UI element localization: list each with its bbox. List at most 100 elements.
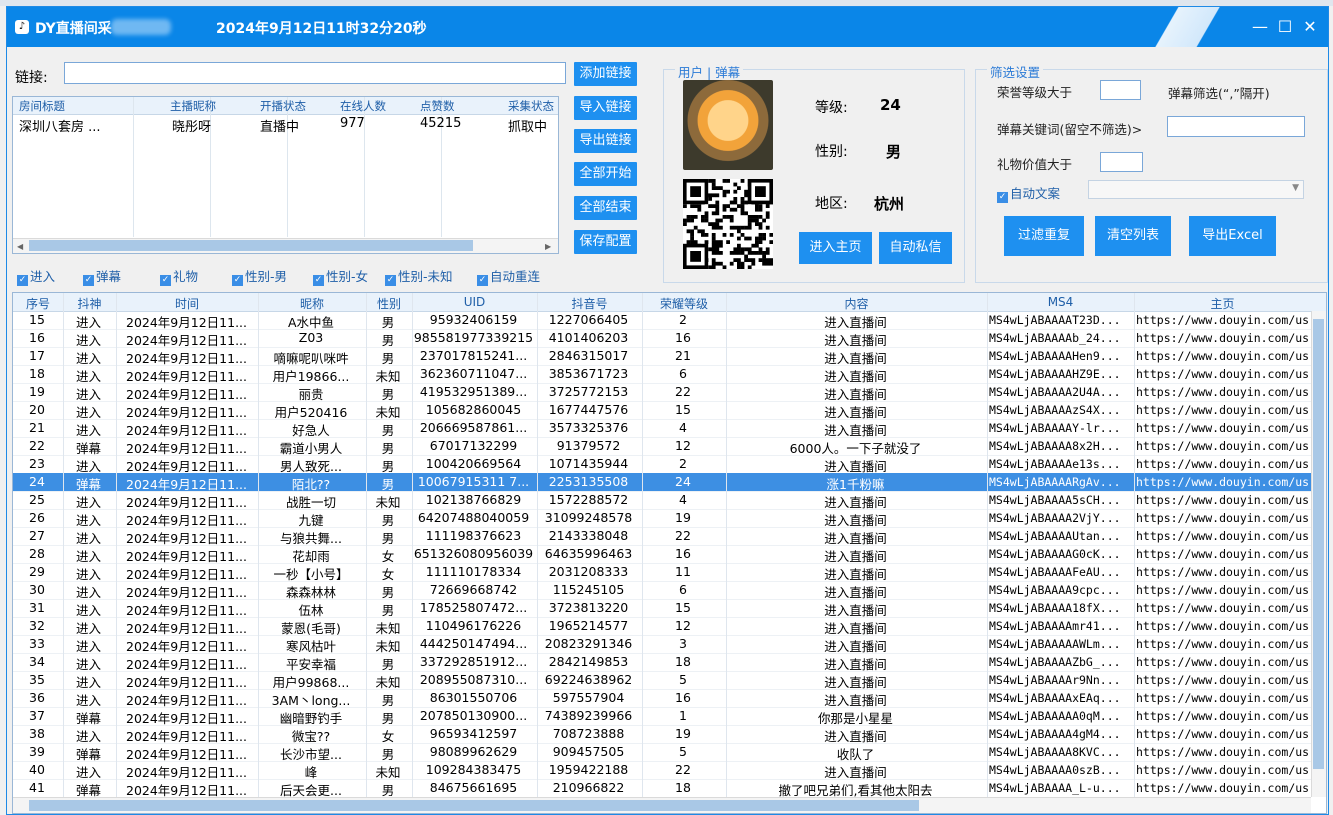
cell-uid: 110496176226 (425, 618, 522, 633)
filter-duplicates-button[interactable]: 过滤重复 (1004, 216, 1084, 256)
check-icon: ✓ (83, 275, 94, 286)
cell-homepage: https://www.douyin.com/use (1136, 691, 1309, 705)
table-row[interactable]: 21 进入 2024年9月12日11... 好急人男 206669587861... 35… (13, 419, 1311, 438)
table-row[interactable]: 40 进入 2024年9月12日11... 峰未知 109284383475 195942… (13, 761, 1311, 780)
room-cell-status[interactable]: 直播中 (260, 116, 299, 135)
column-divider (642, 293, 643, 797)
level-value: 24 (880, 96, 901, 114)
column-divider (412, 293, 413, 797)
cell-honor-level: 4 (679, 492, 687, 507)
auto-message-button[interactable]: 自动私信 (879, 232, 952, 264)
room-table[interactable]: 房间标题 主播昵称 开播状态 在线人数 点赞数 采集状态 深圳八套房 ... 晓… (12, 96, 559, 254)
cell-index: 22 (29, 438, 45, 453)
header-content[interactable]: 内容 (726, 295, 987, 312)
save-config-button[interactable]: 保存配置 (574, 230, 637, 254)
table-row[interactable]: 26 进入 2024年9月12日11... 九键男 64207488040059 3109… (13, 509, 1311, 528)
table-row[interactable]: 30 进入 2024年9月12日11... 森森林林男 72669668742 11524… (13, 581, 1311, 600)
table-row[interactable]: 35 进入 2024年9月12日11... 用户99868... 未知 208955087… (13, 671, 1311, 690)
clear-list-button[interactable]: 清空列表 (1095, 216, 1171, 256)
checkbox-gender-male[interactable]: ✓ 性别-男 (232, 266, 287, 286)
check-icon: ✓ (313, 275, 324, 286)
table-row[interactable]: 19 进入 2024年9月12日11... 丽贵男 419532951389... 372… (13, 383, 1311, 402)
table-row[interactable]: 16 进入 2024年9月12日11... Z03 男 985581977339215 41… (13, 329, 1311, 348)
export-excel-button[interactable]: 导出Excel (1189, 216, 1276, 256)
room-cell-collect[interactable]: 抓取中 (508, 116, 547, 135)
table-row[interactable]: 20 进入 2024年9月12日11... 用户520416 未知 10568286004… (13, 401, 1311, 420)
checkbox-auto-reconnect[interactable]: ✓ 自动重连 (477, 266, 540, 286)
table-row[interactable]: 31 进入 2024年9月12日11... 伍林男 178525807472... 372… (13, 599, 1311, 618)
keyword-label: 弹幕关键词(留空不筛选)> (997, 122, 1143, 137)
header-gender[interactable]: 性别 (366, 295, 412, 312)
cell-uid: 208955087310... (419, 672, 528, 687)
auto-text-checkbox[interactable]: ✓ 自动文案 (997, 183, 1060, 203)
cell-homepage: https://www.douyin.com/use (1136, 547, 1309, 561)
header-event[interactable]: 抖神 (63, 295, 116, 312)
scroll-left-icon[interactable]: ◀ (17, 242, 23, 251)
cell-homepage: https://www.douyin.com/use (1136, 439, 1309, 453)
checkbox-danmu[interactable]: ✓ 弹幕 (83, 266, 121, 286)
room-cell-likes[interactable]: 45215 (420, 116, 461, 131)
table-row[interactable]: 32 进入 2024年9月12日11... 蒙恩(毛哥) 未知 110496176226 1… (13, 617, 1311, 636)
scroll-right-icon[interactable]: ▶ (545, 242, 551, 251)
header-uid[interactable]: UID (412, 295, 537, 309)
table-row[interactable]: 15 进入 2024年9月12日11... A水中鱼男 95932406159 12270… (13, 311, 1311, 330)
visit-homepage-button[interactable]: 进入主页 (799, 232, 872, 264)
header-time[interactable]: 时间 (116, 295, 258, 312)
close-button[interactable]: ✕ (1297, 15, 1323, 39)
room-cell-title[interactable]: 深圳八套房 ... (19, 116, 101, 135)
checkbox-gender-female[interactable]: ✓ 性别-女 (313, 266, 368, 286)
horizontal-scroll-thumb[interactable] (29, 800, 919, 811)
header-douyin-id[interactable]: 抖音号 (537, 295, 642, 312)
checkbox-label: 弹幕 (96, 269, 122, 284)
maximize-button[interactable]: ☐ (1272, 15, 1298, 39)
stop-all-button[interactable]: 全部结束 (574, 196, 637, 220)
table-row[interactable]: 23 进入 2024年9月12日11... 男人致死... 男 100420669564 1… (13, 455, 1311, 474)
table-row[interactable]: 25 进入 2024年9月12日11... 战胜一切 未知 102138766829 157… (13, 491, 1311, 510)
export-link-button[interactable]: 导出链接 (574, 129, 637, 153)
table-row[interactable]: 39 弹幕 2024年9月12日11... 长沙市望... 男 98089962629 90… (13, 743, 1311, 762)
table-row[interactable]: 18 进入 2024年9月12日11... 用户19866... 未知 362360711… (13, 365, 1311, 384)
cell-douyin-id: 3573325376 (548, 420, 629, 435)
checkbox-gift[interactable]: ✓ 礼物 (160, 266, 198, 286)
checkbox-label: 性别-未知 (398, 269, 453, 284)
room-cell-host[interactable]: 晓彤呀 (172, 116, 211, 135)
header-nickname[interactable]: 昵称 (258, 295, 366, 312)
main-table[interactable]: 序号 抖神 时间 昵称 性别 UID 抖音号 荣耀等级 内容 MS4 主页 15 进入 2024年9月1… (12, 292, 1327, 814)
header-honor-level[interactable]: 荣耀等级 (642, 295, 726, 312)
minimize-button[interactable]: — (1247, 15, 1273, 39)
table-row[interactable]: 34 进入 2024年9月12日11... 平安幸福男 337292851912... 2… (13, 653, 1311, 672)
table-row[interactable]: 22 弹幕 2024年9月12日11... 霸道小男人男 67017132299 9137… (13, 437, 1311, 456)
auto-text-select[interactable]: ▼ (1088, 180, 1304, 199)
cell-honor-level: 3 (679, 636, 687, 651)
table-row[interactable]: 27 进入 2024年9月12日11... 与狼共舞... 男 111198376623 2… (13, 527, 1311, 546)
titlebar-decoration (1147, 7, 1227, 47)
table-row[interactable]: 17 进入 2024年9月12日11... 嘀嘛呢叭咪吽男 237017815241..… (13, 347, 1311, 366)
add-link-button[interactable]: 添加链接 (574, 62, 637, 86)
table-row[interactable]: 41 弹幕 2024年9月12日11... 后天会更... 男 84675661695 21… (13, 779, 1311, 798)
import-link-button[interactable]: 导入链接 (574, 96, 637, 120)
keyword-input[interactable] (1167, 116, 1305, 137)
room-cell-online[interactable]: 977 (340, 116, 365, 131)
table-row[interactable]: 28 进入 2024年9月12日11... 花却雨女 651326080956039 64… (13, 545, 1311, 564)
room-scroll-thumb[interactable] (29, 240, 473, 251)
table-row[interactable]: 33 进入 2024年9月12日11... 寒风枯叶 未知 444250147494...… (13, 635, 1311, 654)
checkbox-gender-unknown[interactable]: ✓ 性别-未知 (385, 266, 453, 286)
checkbox-enter[interactable]: ✓ 进入 (17, 266, 55, 286)
gift-value-input[interactable] (1100, 152, 1143, 172)
header-ms4[interactable]: MS4 (987, 295, 1134, 309)
region-value: 杭州 (874, 195, 905, 213)
table-row[interactable]: 29 进入 2024年9月12日11... 一秒【小号】女 111110178334 20… (13, 563, 1311, 582)
cell-honor-level: 19 (675, 726, 691, 741)
start-all-button[interactable]: 全部开始 (574, 162, 637, 186)
table-row[interactable]: 24 弹幕 2024年9月12日11... 陌北?? 男 10067915311 7...… (13, 473, 1311, 492)
table-row[interactable]: 38 进入 2024年9月12日11... 微宝?? 女 96593412597 70872… (13, 725, 1311, 744)
table-row[interactable]: 36 进入 2024年9月12日11... 3AM丶long... 男 863015507… (13, 689, 1311, 708)
main-table-header: 序号 抖神 时间 昵称 性别 UID 抖音号 荣耀等级 内容 MS4 主页 (13, 293, 1326, 312)
table-row[interactable]: 37 弹幕 2024年9月12日11... 幽暗野钓手男 207850130900...… (13, 707, 1311, 726)
cell-homepage: https://www.douyin.com/use (1136, 421, 1309, 435)
header-index[interactable]: 序号 (13, 295, 63, 312)
honor-level-input[interactable] (1100, 80, 1141, 100)
link-input[interactable] (64, 62, 566, 84)
header-homepage[interactable]: 主页 (1134, 295, 1311, 312)
vertical-scroll-thumb[interactable] (1313, 319, 1324, 769)
